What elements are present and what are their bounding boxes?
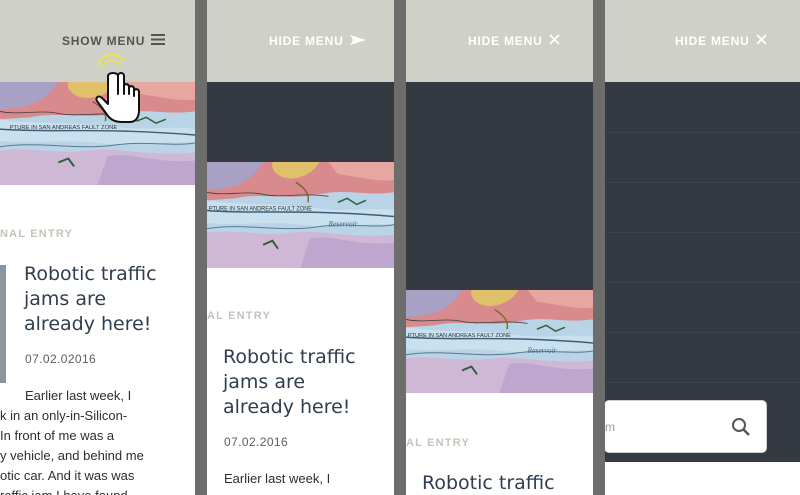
menu-button-label: HIDE MENU [468,34,543,48]
hide-menu-button[interactable]: HIDE MENU [675,34,767,48]
menu-button-label: HIDE MENU [675,34,750,48]
excerpt-line: otic car. And it was was [0,468,135,483]
menu-drawer [207,82,394,162]
menu-divider [605,332,800,333]
excerpt-line: y vehicle, and behind me [0,448,144,463]
hide-menu-button[interactable]: HIDE MENU [468,34,560,48]
pointer-hand-icon [90,52,144,129]
excerpt-line: Earlier last week, I [25,388,132,403]
map-caption: PTURE IN SAN ANDREAS FAULT ZONE [209,206,312,212]
arrow-right-icon [349,34,366,48]
screen-panel-2: HIDE MENU PTURE IN SAN ANDREAS FAULT ZON… [207,0,394,495]
hide-menu-button[interactable]: HIDE MENU [269,34,366,48]
post-date: 07.02.2016 [224,435,289,449]
post-excerpt: Earlier last week, I [224,469,330,489]
post-title-line: Robotic traffic [24,263,157,285]
excerpt-line: k in an only-in-Silicon- [0,408,128,423]
menu-divider [605,132,800,133]
excerpt-line: Earlier last week, I [224,471,331,486]
post-title-line: already here! [24,313,152,335]
search-input[interactable]: m [605,420,615,434]
post-title[interactable]: Robotic traffic jams are already here! [24,262,189,337]
close-icon [548,34,560,48]
search-field[interactable]: m [605,401,766,452]
post-title[interactable]: Robotic traffic [422,471,587,495]
hamburger-icon [151,34,166,48]
menu-divider [605,232,800,233]
screen-panel-1: SHOW MENU PTURE IN SAN ANDREAS FAULT ZON… [0,0,195,495]
hero-map-image[interactable]: PTURE IN SAN ANDREAS FAULT ZONE Reservoi… [406,290,593,393]
menu-button-label: HIDE MENU [269,34,344,48]
post-title-line: already here! [223,396,351,418]
search-icon[interactable] [731,417,751,442]
menu-button-label: SHOW MENU [62,34,146,48]
post-title-line: jams are [24,288,107,310]
post-title-line: jams are [223,371,306,393]
close-icon [755,34,767,48]
map-caption-reservoir: Reservoir [328,219,359,228]
map-caption-reservoir: Reservoir [527,346,557,355]
hero-map-image[interactable]: PTURE IN SAN ANDREAS FAULT ZONE Reservoi… [207,162,394,268]
menu-divider [605,282,800,283]
map-caption: PTURE IN SAN ANDREAS FAULT ZONE [408,333,511,339]
show-menu-button[interactable]: SHOW MENU [62,34,166,48]
menu-divider [605,382,800,383]
post-title-line: Robotic traffic [223,346,356,368]
post-title-line: Robotic traffic [422,472,555,494]
post-category[interactable]: NAL ENTRY [0,228,73,240]
screen-panel-3: HIDE MENU PTURE IN SAN ANDREAS FAULT ZON… [406,0,593,495]
excerpt-line: In front of me was a [0,428,115,443]
post-title[interactable]: Robotic traffic jams are already here! [223,345,388,420]
hero-map-image[interactable] [605,462,800,495]
menu-drawer [406,82,593,290]
post-category[interactable]: AL ENTRY [406,437,470,449]
post-thumbnail[interactable] [0,265,6,383]
screen-panel-4: HIDE MENU m [605,0,800,495]
menu-divider [605,182,800,183]
post-date: 07.02.02016 [25,352,97,366]
post-category[interactable]: AL ENTRY [207,310,271,322]
excerpt-line: raffic jam I have found [0,486,144,495]
post-excerpt: Earlier last week, I k in an only-in-Sil… [0,386,144,495]
